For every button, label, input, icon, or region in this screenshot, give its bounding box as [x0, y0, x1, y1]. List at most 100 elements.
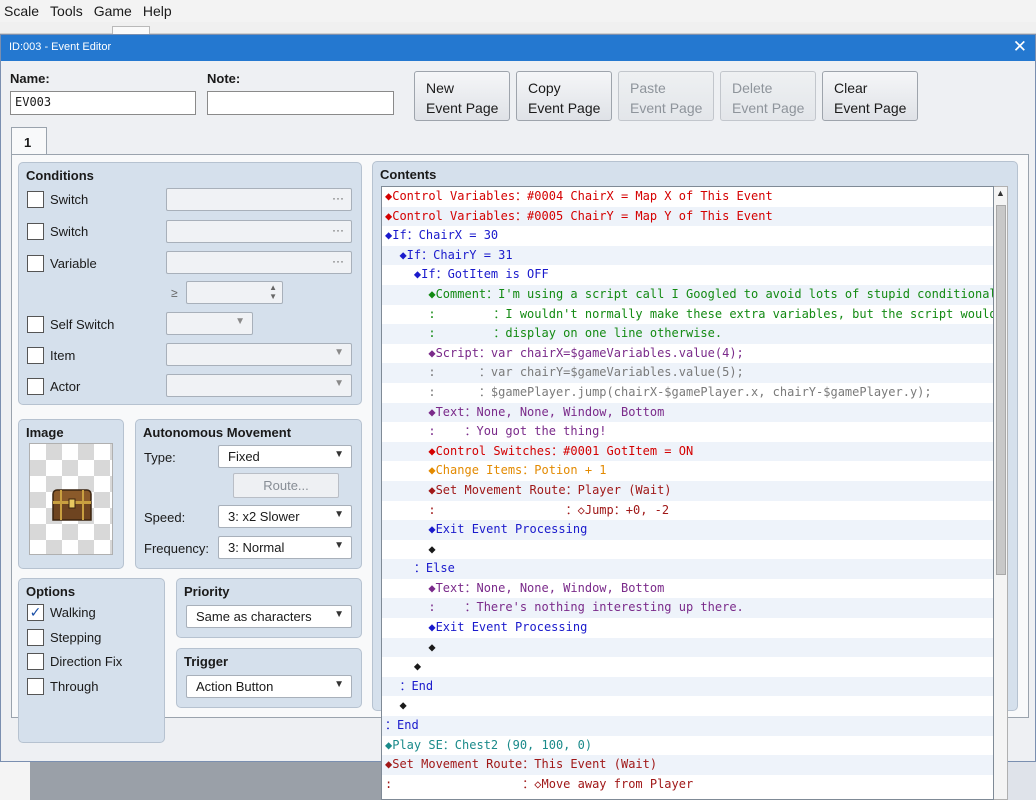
chevron-down-icon: ▼ — [334, 679, 344, 690]
movement-title: Autonomous Movement — [143, 425, 292, 440]
variable-selector[interactable]: ··· — [166, 251, 352, 274]
copy-event-page-button[interactable]: Copy Event Page — [516, 71, 612, 121]
button-label-line1: Paste — [630, 80, 666, 96]
menu-scale[interactable]: Scale — [4, 3, 39, 19]
switch1-checkbox[interactable]: Switch — [27, 191, 88, 208]
menu-tools[interactable]: Tools — [50, 3, 83, 19]
checkbox-label: Direction Fix — [50, 654, 123, 669]
walking-checkbox[interactable]: ✓ Walking — [27, 604, 96, 621]
command-row[interactable]: ◆Set Movement Route：Player (Wait) — [382, 480, 993, 501]
checkbox-box[interactable]: ✓ — [27, 604, 44, 621]
checkbox-box[interactable] — [27, 255, 44, 272]
menu-help[interactable]: Help — [143, 3, 172, 19]
item-select[interactable]: ▼ — [166, 343, 352, 366]
command-row[interactable]: ◆If：GotItem is OFF — [382, 265, 993, 285]
image-title: Image — [26, 425, 64, 440]
command-row[interactable]: ◆Script：var chairX=$gameVariables.value(… — [382, 344, 993, 364]
command-row[interactable]: ◆ — [382, 540, 993, 560]
switch2-checkbox[interactable]: Switch — [27, 223, 88, 240]
event-command-list[interactable]: ◆Control Variables：#0004 ChairX = Map X … — [381, 186, 994, 800]
name-input[interactable]: EV003 — [10, 91, 196, 115]
command-row[interactable]: ◆Change Items：Potion + 1 — [382, 461, 993, 481]
menu-game[interactable]: Game — [94, 3, 132, 19]
command-row[interactable]: ◆If：ChairX = 30 — [382, 226, 993, 246]
command-row[interactable]: ◆Exit Event Processing — [382, 618, 993, 638]
command-row[interactable]: ◆Text：None, None, Window, Bottom — [382, 402, 993, 423]
new-event-page-button[interactable]: New Event Page — [414, 71, 510, 121]
stepping-checkbox[interactable]: Stepping — [27, 629, 101, 646]
command-row[interactable]: ◆Comment：I'm using a script call I Googl… — [382, 284, 993, 305]
direction-fix-checkbox[interactable]: Direction Fix — [27, 653, 122, 670]
options-title: Options — [26, 584, 76, 599]
tab-page-1[interactable]: 1 — [11, 127, 47, 155]
switch1-selector[interactable]: ··· — [166, 188, 352, 211]
through-checkbox[interactable]: Through — [27, 678, 98, 695]
select-value: Fixed — [228, 449, 260, 464]
checkbox-box[interactable] — [27, 629, 44, 646]
switch2-selector[interactable]: ··· — [166, 220, 352, 243]
command-row[interactable]: ◆Control Variables：#0004 ChairX = Map X … — [382, 187, 993, 207]
chevron-down-icon: ▼ — [334, 378, 344, 389]
checkbox-label: Switch — [50, 224, 89, 239]
checkbox-box[interactable] — [27, 653, 44, 670]
checkbox-label: Variable — [50, 256, 97, 271]
priority-select[interactable]: Same as characters ▼ — [186, 605, 352, 628]
movement-frequency-select[interactable]: 3: Normal ▼ — [218, 536, 352, 559]
speed-label: Speed: — [144, 510, 186, 525]
command-row[interactable]: ◆ — [382, 657, 993, 677]
command-row[interactable]: ◆If：ChairY = 31 — [382, 245, 993, 266]
command-row[interactable]: : ：◇Jump：+0, -2 — [382, 501, 993, 521]
note-input[interactable] — [207, 91, 394, 115]
command-row[interactable]: ◆Text：None, None, Window, Bottom — [382, 579, 993, 599]
command-row[interactable]: : ：$gamePlayer.jump(chairX-$gamePlayer.x… — [382, 383, 993, 403]
command-row[interactable]: ：End — [382, 716, 993, 736]
spinner-arrows-icon[interactable]: ▲ ▼ — [269, 283, 277, 301]
toolbar-button[interactable] — [112, 26, 150, 34]
checkbox-box[interactable] — [27, 347, 44, 364]
actor-select[interactable]: ▼ — [166, 374, 352, 397]
command-row[interactable]: ◆Play SE：Chest2 (90, 100, 0) — [382, 736, 993, 756]
command-row[interactable]: ◆Control Variables：#0005 ChairY = Map Y … — [382, 206, 993, 227]
self-switch-checkbox[interactable]: Self Switch — [27, 316, 114, 333]
checkbox-box[interactable] — [27, 678, 44, 695]
close-icon[interactable]: ✕ — [1013, 37, 1027, 57]
command-row[interactable]: : ：There's nothing interesting up there. — [382, 598, 993, 619]
command-row[interactable]: ◆ — [382, 637, 993, 658]
clear-event-page-button[interactable]: Clear Event Page — [822, 71, 918, 121]
delete-event-page-button[interactable]: Delete Event Page — [720, 71, 816, 121]
scroll-up-icon[interactable]: ▲ — [996, 188, 1005, 198]
movement-type-select[interactable]: Fixed ▼ — [218, 445, 352, 468]
route-button[interactable]: Route... — [233, 473, 339, 498]
checkbox-box[interactable] — [27, 316, 44, 333]
command-row[interactable]: ：Else — [382, 559, 993, 579]
command-row[interactable]: ◆Control Switches：#0001 GotItem = ON — [382, 441, 993, 462]
self-switch-select[interactable]: ▼ — [166, 312, 253, 335]
dialog-title: ID:003 - Event Editor — [9, 41, 112, 53]
checkbox-box[interactable] — [27, 191, 44, 208]
command-row[interactable]: ：End — [382, 676, 993, 697]
movement-speed-select[interactable]: 3: x2 Slower ▼ — [218, 505, 352, 528]
background-map-area — [30, 760, 382, 800]
paste-event-page-button[interactable]: Paste Event Page — [618, 71, 714, 121]
scrollbar-thumb[interactable] — [996, 205, 1006, 575]
command-row[interactable]: : ：I wouldn't normally make these extra … — [382, 305, 993, 325]
command-row[interactable]: ◆ — [382, 696, 993, 716]
command-row[interactable]: : ：var chairY=$gameVariables.value(5); — [382, 363, 993, 383]
chevron-down-icon: ▼ — [235, 316, 245, 327]
command-row[interactable]: ◆Exit Event Processing — [382, 520, 993, 540]
command-row[interactable]: : ：display on one line otherwise. — [382, 324, 993, 344]
ellipsis-icon: ··· — [332, 191, 344, 205]
actor-checkbox[interactable]: Actor — [27, 378, 80, 395]
checkbox-box[interactable] — [27, 223, 44, 240]
command-row[interactable]: : ：◇Move away from Player — [382, 775, 993, 795]
checkbox-box[interactable] — [27, 378, 44, 395]
command-row[interactable]: : ：You got the thing! — [382, 422, 993, 442]
item-checkbox[interactable]: Item — [27, 347, 75, 364]
command-row[interactable]: ◆Set Movement Route：This Event (Wait) — [382, 755, 993, 775]
trigger-select[interactable]: Action Button ▼ — [186, 675, 352, 698]
variable-value-spinner[interactable]: ▲ ▼ — [186, 281, 283, 304]
command-list-scrollbar[interactable]: ▲ — [994, 186, 1008, 800]
note-label: Note: — [207, 71, 241, 86]
event-image-preview[interactable] — [29, 443, 113, 555]
variable-checkbox[interactable]: Variable — [27, 255, 97, 272]
